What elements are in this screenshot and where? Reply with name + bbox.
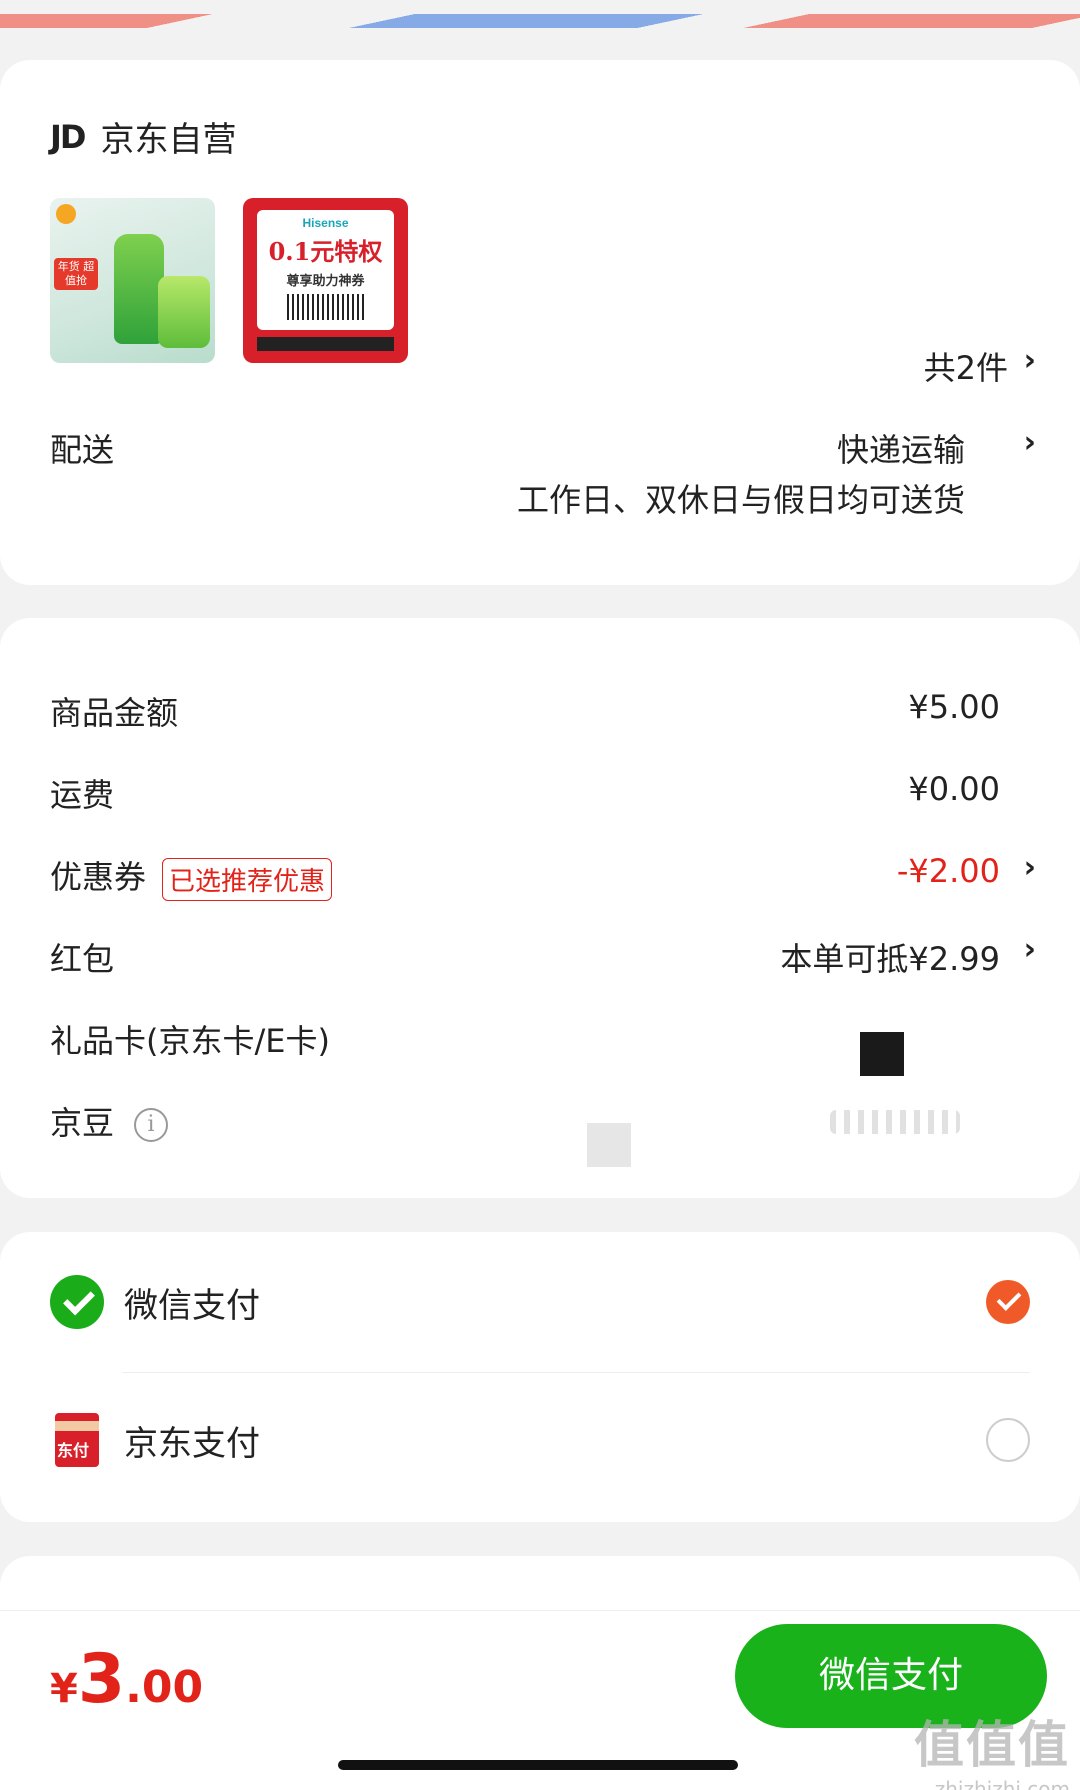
jd-pay-icon: 东付 xyxy=(55,1413,99,1467)
promo-tag: 年货 超值抢 xyxy=(54,258,98,290)
bottle-image-small xyxy=(158,276,210,348)
shop-header: JD 京东自营 xyxy=(50,112,236,161)
brand-logo-icon xyxy=(56,204,76,224)
total-price: ¥3.00 xyxy=(50,1640,203,1719)
goods-amount-label: 商品金额 xyxy=(50,694,179,732)
giftcard-label[interactable]: 礼品卡(京东卡/E卡) xyxy=(50,1016,330,1062)
watermark: 值值值 zhizhizhi.com xyxy=(914,1705,1070,1790)
coupon-recommended-badge: 已选推荐优惠 xyxy=(162,857,333,901)
total-decimal: .00 xyxy=(125,1662,204,1713)
total-integer: 3 xyxy=(77,1640,126,1719)
redpacket-label: 红包 xyxy=(50,940,115,978)
delivery-label: 配送 xyxy=(50,431,115,469)
coupon-footer-bar xyxy=(257,337,394,351)
coupon-card-image: Hisense 0.1元特权 尊享助力神券 xyxy=(257,210,394,330)
item-count[interactable]: 共2件 xyxy=(924,343,1008,389)
radio-unselected-icon[interactable] xyxy=(986,1418,1030,1462)
barcode-image xyxy=(287,294,364,320)
payment-option-wechat[interactable]: 微信支付 xyxy=(50,1242,1030,1362)
product-thumbnail-detergent[interactable]: 年货 超值抢 xyxy=(50,198,215,363)
coupon-row[interactable]: 优惠券 已选推荐优惠 xyxy=(50,852,333,901)
delivery-method[interactable]: 快递运输 xyxy=(837,425,965,471)
redpacket-value[interactable]: 本单可抵¥2.99 xyxy=(780,934,1000,980)
divider xyxy=(122,1372,1030,1373)
payment-card: 微信支付 东付 京东支付 xyxy=(0,1232,1080,1522)
jingdou-toggle[interactable] xyxy=(587,1123,631,1167)
watermark-logo: 值值值 xyxy=(914,1716,1070,1774)
coupon-brand: Hisense xyxy=(302,216,349,230)
jingdou-label: 京豆 xyxy=(50,1104,115,1142)
jd-pay-label: 京东支付 xyxy=(124,1423,260,1464)
coupon-label: 优惠券 xyxy=(50,858,147,896)
currency-symbol: ¥ xyxy=(50,1666,78,1712)
freight-label: 运费 xyxy=(50,776,115,814)
coupon-subtitle: 尊享助力神券 xyxy=(286,274,365,289)
shop-name: 京东自营 xyxy=(100,120,237,160)
watermark-url: zhizhizhi.com xyxy=(934,1777,1070,1790)
jingdou-row: 京豆 i xyxy=(50,1098,169,1144)
coupon-title: 0.1元特权 xyxy=(268,237,383,266)
radio-selected-icon[interactable] xyxy=(986,1280,1030,1324)
delivery-note: 工作日、双休日与假日均可送货 xyxy=(516,481,965,519)
payment-option-jdpay[interactable]: 东付 京东支付 xyxy=(50,1380,1030,1500)
blurred-text xyxy=(830,1110,960,1134)
chevron-right-icon[interactable]: › xyxy=(1024,425,1036,460)
giftcard-redacted-block xyxy=(860,1032,904,1076)
shop-card: JD 京东自营 年货 超值抢 Hisense 0.1元特权 尊享助力神券 共2件… xyxy=(0,60,1080,585)
airmail-border xyxy=(0,14,1080,28)
bottle-image xyxy=(114,234,164,344)
wechat-pay-label: 微信支付 xyxy=(124,1285,260,1326)
product-thumbnail-coupon[interactable]: Hisense 0.1元特权 尊享助力神券 xyxy=(243,198,408,363)
chevron-right-icon[interactable]: › xyxy=(1024,932,1036,967)
chevron-right-icon[interactable]: › xyxy=(1024,850,1036,885)
goods-amount-value: ¥5.00 xyxy=(908,688,1000,726)
jd-logo-icon: JD xyxy=(50,117,86,156)
coupon-value[interactable]: -¥2.00 xyxy=(897,852,1000,890)
info-icon[interactable]: i xyxy=(134,1108,169,1142)
home-indicator[interactable] xyxy=(338,1760,738,1770)
wechat-pay-icon xyxy=(50,1275,104,1329)
chevron-right-icon[interactable]: › xyxy=(1024,343,1036,378)
freight-value: ¥0.00 xyxy=(908,770,1000,808)
